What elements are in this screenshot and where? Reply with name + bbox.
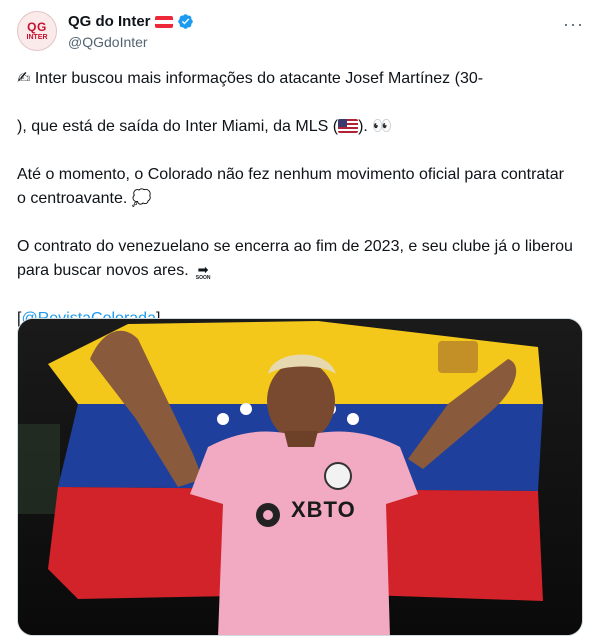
p1-text-b: ), xyxy=(17,118,27,135)
p1-text-a: Inter buscou mais informações do atacant… xyxy=(34,70,484,87)
paragraph-2: Até o momento, o Colorado não fez nenhum… xyxy=(17,163,577,211)
p1-text-d: ). xyxy=(358,118,368,135)
avatar-text-bottom: INTER xyxy=(26,34,48,41)
p1-text-c: que está de saída do Inter Miami, da MLS… xyxy=(31,118,339,135)
writing-hand-emoji: ✍ xyxy=(17,70,31,87)
paragraph-3: O contrato do venezuelano se encerra ao … xyxy=(17,235,577,283)
p3-text: O contrato do venezuelano se encerra ao … xyxy=(17,238,573,279)
pink-jersey xyxy=(190,431,418,635)
display-name[interactable]: QG do Inter xyxy=(68,13,151,30)
verified-badge-icon xyxy=(177,14,193,29)
coat-of-arms xyxy=(438,341,478,373)
paragraph-1: ✍ Inter buscou mais informações do ataca… xyxy=(17,67,577,91)
club-crest-icon xyxy=(324,462,352,490)
tweet: QG INTER QG do Inter @QGdoInter ··· ✍ In… xyxy=(0,0,604,640)
soon-text: SOON xyxy=(195,275,211,281)
soon-arrow-icon: ➡ SOON xyxy=(193,263,213,281)
more-horizontal-icon[interactable]: ··· xyxy=(563,14,584,35)
avatar[interactable]: QG INTER xyxy=(17,11,57,51)
handle[interactable]: @QGdoInter xyxy=(68,34,148,50)
jersey-sponsor-text: XBTO xyxy=(291,497,356,522)
player-photo xyxy=(18,319,582,635)
p2-text: Até o momento, o Colorado não fez nenhum… xyxy=(17,166,564,207)
thought-balloon-emoji: 💭 xyxy=(131,190,152,207)
player-head xyxy=(267,361,335,441)
austria-flag-icon xyxy=(154,15,173,28)
avatar-text-top: QG xyxy=(27,20,47,34)
eyes-emoji: 👀 xyxy=(372,118,393,135)
venezuela-flag-icon xyxy=(483,71,503,85)
display-name-row: QG do Inter xyxy=(68,13,194,30)
usa-flag-icon xyxy=(338,119,359,133)
tweet-image[interactable]: XBTO xyxy=(17,318,583,636)
tweet-text: ✍ Inter buscou mais informações do ataca… xyxy=(17,67,577,355)
